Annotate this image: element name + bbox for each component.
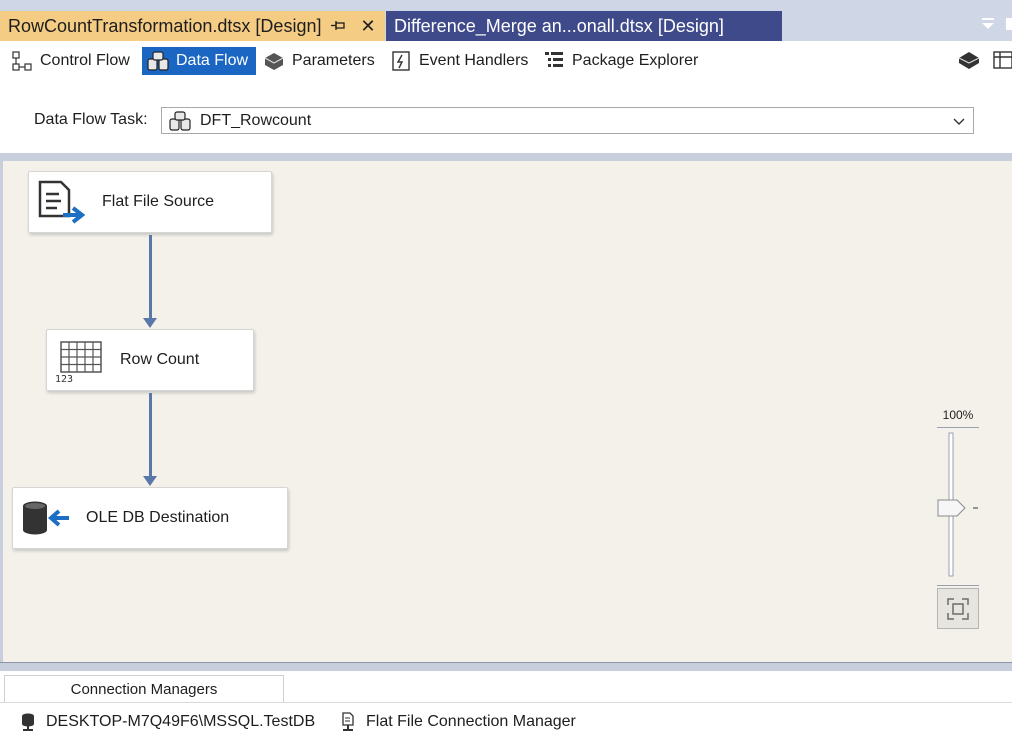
event-handlers-icon <box>392 51 410 71</box>
tab-label: Control Flow <box>40 52 130 69</box>
connection-managers-tab[interactable]: Connection Managers <box>4 675 284 702</box>
flat-file-source-icon <box>38 180 85 224</box>
connection-managers-panel: Connection Managers DESKTOP-M7Q49F6\MSSQ… <box>0 671 1012 753</box>
tab-event-handlers[interactable]: Event Handlers <box>385 47 536 75</box>
ole-db-destination-icon <box>23 501 69 535</box>
connection-manager-label: Flat File Connection Manager <box>366 713 576 730</box>
ole-db-connection-icon <box>22 713 34 731</box>
settings-icon[interactable] <box>1004 16 1012 32</box>
tab-difference-merge[interactable]: Difference_Merge an...onall.dtsx [Design… <box>386 11 782 41</box>
tab-control-flow[interactable]: Control Flow <box>6 47 138 75</box>
connection-manager-label: DESKTOP-M7Q49F6\MSSQL.TestDB <box>46 713 316 730</box>
document-tab-strip: RowCountTransformation.dtsx [Design] ✕ D… <box>0 0 1012 41</box>
component-label: Flat File Source <box>102 193 215 210</box>
component-label: OLE DB Destination <box>86 509 230 526</box>
divider <box>0 702 1012 703</box>
package-explorer-icon <box>545 52 563 67</box>
path-arrow[interactable] <box>149 235 152 319</box>
pin-icon[interactable] <box>330 19 346 33</box>
data-flow-task-select[interactable]: DFT_Rowcount <box>161 107 974 134</box>
fit-to-window-icon <box>947 598 969 620</box>
data-flow-task-icon <box>169 111 191 131</box>
data-flow-icon <box>147 51 169 71</box>
data-flow-task-label: Data Flow Task: <box>34 111 148 128</box>
data-flow-canvas[interactable] <box>3 161 1012 662</box>
tab-rowcounttransformation[interactable]: RowCountTransformation.dtsx [Design] ✕ <box>0 11 385 41</box>
tab-title: RowCountTransformation.dtsx [Design] <box>8 16 322 36</box>
arrowhead <box>143 318 157 328</box>
tab-label: Package Explorer <box>572 52 699 69</box>
tab-package-explorer[interactable]: Package Explorer <box>538 47 706 75</box>
data-flow-task-row: Data Flow Task: DFT_Rowcount <box>0 81 1012 153</box>
tab-label: Event Handlers <box>419 52 529 69</box>
svg-text:123: 123 <box>55 374 73 385</box>
zoom-level-label: 100% <box>942 408 974 422</box>
data-flow-task-value: DFT_Rowcount <box>200 112 312 129</box>
tab-parameters[interactable]: Parameters <box>258 47 383 75</box>
variables-icon[interactable] <box>957 49 981 71</box>
tab-title: Difference_Merge an...onall.dtsx [Design… <box>394 16 724 36</box>
tab-list-dropdown-icon[interactable] <box>978 14 998 34</box>
connection-manager-item[interactable]: Flat File Connection Manager <box>340 711 576 733</box>
ole-db-destination-component[interactable]: OLE DB Destination <box>12 487 288 549</box>
row-count-icon: 123 <box>55 341 102 385</box>
zoom-to-fit-button[interactable] <box>937 588 979 629</box>
close-tab-button[interactable]: ✕ <box>358 16 378 36</box>
control-flow-icon <box>12 51 32 71</box>
chevron-down-icon[interactable] <box>951 113 967 129</box>
tab-data-flow[interactable]: Data Flow <box>142 47 257 75</box>
path-arrow[interactable] <box>149 393 152 477</box>
flat-file-connection-icon <box>342 712 354 731</box>
row-count-component[interactable]: 123 Row Count <box>46 329 254 391</box>
divider <box>0 153 1012 161</box>
designer-toolbar: Control Flow Data Flow Parameters Event … <box>0 41 1012 81</box>
component-label: Row Count <box>120 351 200 368</box>
arrowhead <box>143 476 157 486</box>
tab-label: Data Flow <box>176 52 249 69</box>
flat-file-source-component[interactable]: Flat File Source <box>28 171 272 233</box>
zoom-slider[interactable] <box>937 427 979 587</box>
parameters-icon <box>264 53 284 70</box>
toolbox-icon[interactable] <box>992 49 1012 71</box>
tab-label: Parameters <box>292 52 375 69</box>
divider <box>0 662 1012 671</box>
connection-manager-item[interactable]: DESKTOP-M7Q49F6\MSSQL.TestDB <box>20 711 315 733</box>
